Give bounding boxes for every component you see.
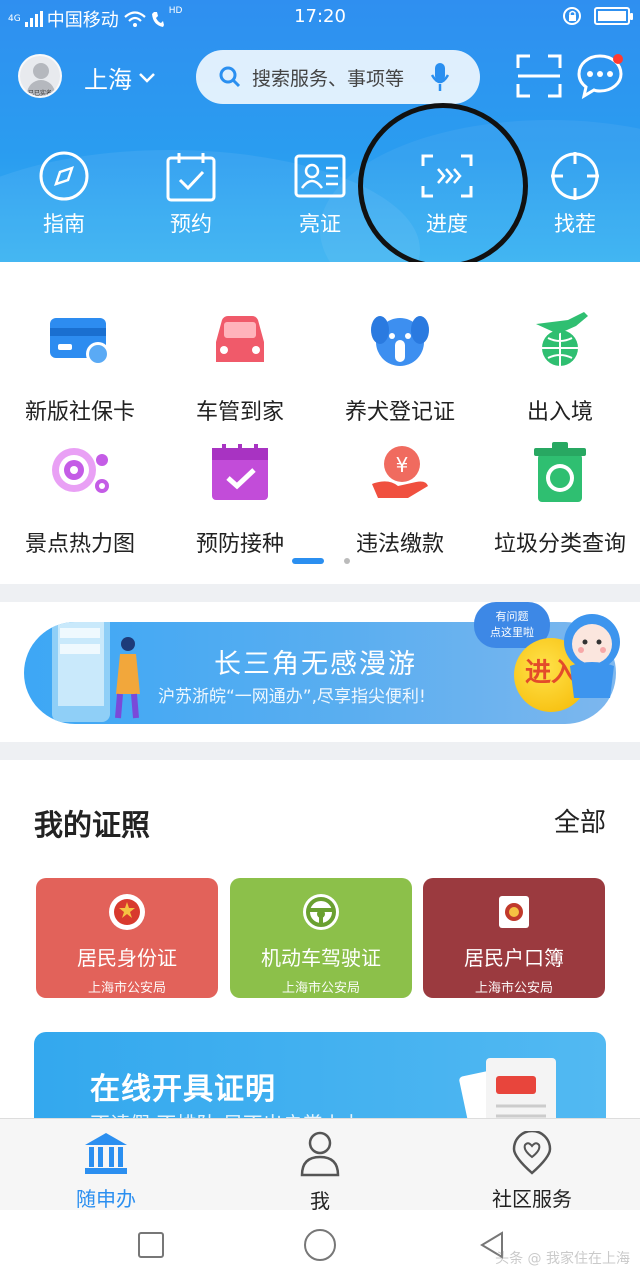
dog-icon bbox=[371, 316, 429, 366]
social-security-card-icon bbox=[50, 318, 110, 366]
bottom-navigation: 随申办 我 社区服务 bbox=[0, 1118, 640, 1213]
tool-show-license[interactable]: 亮证 bbox=[272, 146, 368, 238]
service-label: 预防接种 bbox=[195, 532, 284, 557]
mascot-illustration bbox=[564, 614, 620, 698]
service-label: 出入境 bbox=[526, 400, 593, 425]
government-building-icon bbox=[85, 1133, 127, 1174]
message-icon[interactable] bbox=[576, 52, 624, 100]
household-book-icon bbox=[499, 896, 529, 928]
heart-location-icon bbox=[512, 1129, 552, 1175]
avatar-label: 已已实名 bbox=[27, 90, 52, 97]
service-entry-exit[interactable]: 出入境 bbox=[480, 302, 640, 426]
battery-icon bbox=[594, 7, 633, 25]
search-icon bbox=[219, 66, 241, 88]
service-label: 景点热力图 bbox=[24, 532, 135, 557]
tool-guide[interactable]: 指南 bbox=[16, 146, 112, 238]
avatar[interactable]: 已已实名 bbox=[18, 54, 62, 98]
promo-title: 在线开具证明 bbox=[90, 1072, 276, 1107]
certificate-name: 居民户口簿 bbox=[464, 946, 564, 970]
microphone-icon[interactable] bbox=[430, 61, 450, 93]
chevron-down-icon bbox=[139, 72, 155, 83]
certificate-issuer: 上海市公安局 bbox=[474, 981, 553, 996]
service-fine-payment[interactable]: ¥ 违法缴款 bbox=[320, 434, 480, 558]
banner-subtitle: 沪苏浙皖“一网通办”,尽享指尖便利! bbox=[158, 687, 426, 707]
tool-label: 预约 bbox=[170, 212, 212, 236]
id-card-icon bbox=[294, 154, 346, 198]
service-dog-registration[interactable]: 养犬登记证 bbox=[320, 302, 480, 426]
yuan-hand-icon: ¥ bbox=[372, 446, 428, 498]
service-vaccination[interactable]: 预防接种 bbox=[160, 434, 320, 558]
home-button[interactable] bbox=[304, 1229, 336, 1261]
nav-me[interactable]: 我 bbox=[240, 1131, 400, 1214]
city-name: 上海 bbox=[84, 66, 132, 94]
target-icon bbox=[551, 152, 599, 200]
banner-title: 长三角无感漫游 bbox=[214, 649, 417, 680]
service-label: 新版社保卡 bbox=[24, 400, 135, 425]
certificate-issuer: 上海市公安局 bbox=[281, 981, 360, 996]
certificate-card-driver-license[interactable]: 机动车驾驶证 上海市公安局 bbox=[230, 878, 412, 998]
service-label: 养犬登记证 bbox=[344, 400, 455, 425]
certificate-name: 机动车驾驶证 bbox=[261, 946, 381, 970]
tool-label: 找茬 bbox=[554, 212, 596, 236]
help-bubble-line: 点这里啦 bbox=[490, 626, 534, 639]
certificate-issuer: 上海市公安局 bbox=[87, 981, 166, 996]
steering-wheel-icon bbox=[303, 894, 339, 930]
person-icon bbox=[300, 1131, 340, 1177]
nav-home[interactable]: 随申办 bbox=[26, 1131, 186, 1212]
nav-community-services[interactable]: 社区服务 bbox=[452, 1129, 612, 1212]
nav-label: 社区服务 bbox=[492, 1187, 572, 1211]
status-bar: 4G 中国移动 HD 17:20 bbox=[0, 0, 640, 34]
watermark: 头条 @ 我家住在上海 bbox=[495, 1251, 630, 1267]
scan-icon[interactable] bbox=[516, 54, 562, 98]
system-navigation-bar: 头条 @ 我家住在上海 bbox=[0, 1210, 640, 1280]
calendar-vaccine-icon bbox=[212, 444, 268, 500]
service-grid: 新版社保卡 车管到家 养犬登记证 出入境 景点热力图 预防接种 ¥ 违法缴款 垃… bbox=[0, 262, 640, 584]
airplane-globe-icon bbox=[536, 312, 588, 366]
service-vehicle-home[interactable]: 车管到家 bbox=[160, 302, 320, 426]
search-placeholder: 搜索服务、事项等 bbox=[252, 67, 405, 90]
tool-find-fault[interactable]: 找茬 bbox=[527, 146, 623, 238]
city-selector[interactable]: 上海 bbox=[84, 60, 156, 95]
certificate-card-id[interactable]: 居民身份证 上海市公安局 bbox=[36, 878, 218, 998]
tool-label: 指南 bbox=[43, 212, 85, 236]
my-certificates-section: 我的证照 全部 居民身份证 上海市公安局 机动车驾驶证 上海市公安局 居民户口簿… bbox=[0, 760, 640, 1142]
section-title: 我的证照 bbox=[34, 808, 151, 842]
service-label: 垃圾分类查询 bbox=[493, 532, 626, 557]
hand-drawn-circle-annotation bbox=[358, 103, 528, 269]
page-indicator bbox=[292, 558, 350, 564]
svg-text:¥: ¥ bbox=[396, 453, 409, 477]
calendar-check-icon bbox=[166, 153, 216, 202]
help-bubble-line: 有问题 bbox=[495, 610, 529, 623]
compass-icon bbox=[39, 151, 89, 201]
service-garbage-sorting[interactable]: 垃圾分类查询 bbox=[480, 434, 640, 558]
nav-label: 随申办 bbox=[76, 1187, 136, 1211]
national-emblem-icon bbox=[109, 894, 145, 930]
heatmap-icon bbox=[52, 448, 109, 493]
top-header: 4G 中国移动 HD 17:20 已已实名 上海 搜索服务、事项等 指南 预约 … bbox=[0, 0, 640, 262]
trash-globe-icon bbox=[534, 442, 586, 502]
car-icon bbox=[216, 316, 264, 362]
phone-illustration bbox=[52, 622, 140, 722]
service-label: 违法缴款 bbox=[355, 532, 444, 557]
service-scenic-heatmap[interactable]: 景点热力图 bbox=[0, 434, 160, 558]
tool-label: 亮证 bbox=[299, 212, 341, 236]
rotation-lock-icon bbox=[563, 7, 581, 25]
certificate-card-household-register[interactable]: 居民户口簿 上海市公安局 bbox=[423, 878, 605, 998]
search-bar[interactable]: 搜索服务、事项等 bbox=[196, 50, 480, 104]
certificate-name: 居民身份证 bbox=[77, 946, 177, 970]
recent-apps-button[interactable] bbox=[138, 1232, 164, 1258]
service-social-security-card[interactable]: 新版社保卡 bbox=[0, 302, 160, 426]
tool-appointment[interactable]: 预约 bbox=[143, 146, 239, 238]
service-label: 车管到家 bbox=[195, 400, 284, 425]
view-all-link[interactable]: 全部 bbox=[554, 802, 606, 839]
clock: 17:20 bbox=[294, 6, 346, 27]
